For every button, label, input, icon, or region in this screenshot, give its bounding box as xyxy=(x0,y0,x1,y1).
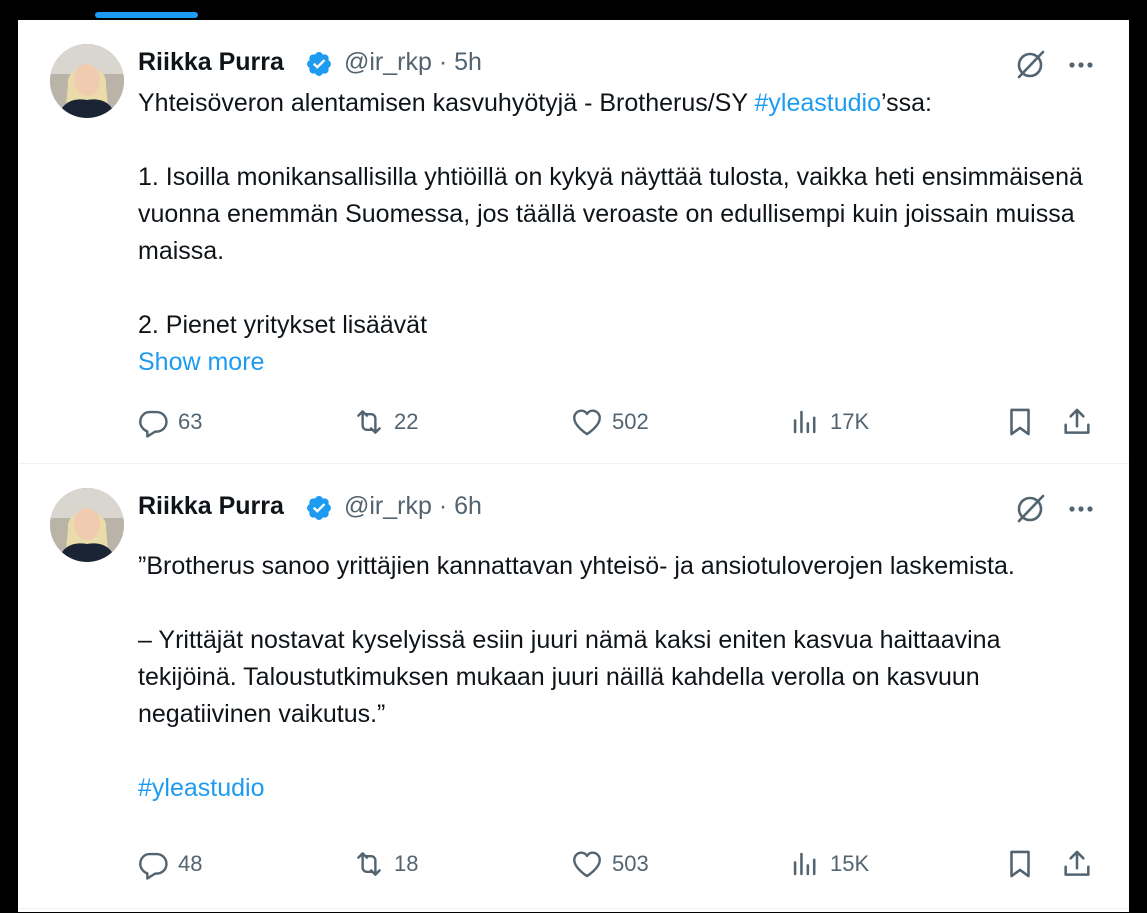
avatar[interactable] xyxy=(50,44,124,118)
views-icon xyxy=(793,852,816,876)
bookmark-icon xyxy=(1010,408,1030,436)
bookmark-button[interactable] xyxy=(1003,842,1037,886)
more-icon[interactable] xyxy=(1063,48,1099,82)
avatar-image xyxy=(50,44,124,118)
author-name[interactable]: Riikka Purra xyxy=(138,492,284,521)
tweet[interactable]: Riikka Purra @ir_rkp · 5h Yhteisöveron a… xyxy=(18,20,1129,464)
reply-count: 48 xyxy=(178,851,203,876)
reply-button[interactable]: 63 xyxy=(136,400,202,444)
tweet-actions: 63 22 502 17K xyxy=(136,400,1106,444)
share-icon xyxy=(1064,850,1090,876)
tweet-paragraph: 2. Pienet yritykset lisäävät xyxy=(138,311,428,339)
tweet-text-line: Yhteisöveron alentamisen kasvuhyötyjä - … xyxy=(138,85,1088,122)
avatar[interactable] xyxy=(50,488,124,562)
heart-icon xyxy=(573,851,601,878)
grok-icon[interactable] xyxy=(1013,492,1047,526)
like-button[interactable]: 503 xyxy=(570,842,649,886)
top-tab-bar xyxy=(0,0,1147,20)
hashtag-link[interactable]: #yleastudio xyxy=(138,770,1088,807)
text-segment: Yhteisöveron alentamisen kasvuhyötyjä - … xyxy=(138,89,755,117)
like-count: 503 xyxy=(612,851,649,876)
repost-count: 18 xyxy=(394,851,419,876)
author-name[interactable]: Riikka Purra xyxy=(138,48,284,77)
tweet-paragraph: ”Brotherus sanoo yrittäjien kannattavan … xyxy=(138,552,1015,580)
grok-icon[interactable] xyxy=(1013,48,1047,82)
like-count: 502 xyxy=(612,409,649,434)
share-button[interactable] xyxy=(1060,400,1094,444)
views-button[interactable]: 17K xyxy=(788,400,869,444)
bookmark-button[interactable] xyxy=(1003,400,1037,444)
separator-dot: · xyxy=(438,492,448,520)
verified-badge-icon[interactable] xyxy=(305,50,333,78)
views-icon xyxy=(793,410,816,434)
repost-icon xyxy=(357,852,381,876)
share-icon xyxy=(1064,408,1090,434)
tweet[interactable]: Riikka Purra @ir_rkp · 6h ”Brotherus san… xyxy=(18,464,1129,912)
divider xyxy=(18,908,1129,913)
tweet-text: Yhteisöveron alentamisen kasvuhyötyjä - … xyxy=(138,85,1088,381)
views-count: 15K xyxy=(830,851,870,876)
reply-icon xyxy=(139,852,168,880)
separator-dot: · xyxy=(438,48,448,76)
tweet-paragraph: 1. Isoilla monikansallisilla yhtiöillä o… xyxy=(138,163,1083,265)
heart-icon xyxy=(573,409,601,436)
text-segment: ’ssa: xyxy=(881,89,932,117)
verified-badge-icon[interactable] xyxy=(305,494,333,522)
tweet-actions: 48 18 503 15K xyxy=(136,842,1106,886)
author-handle-time: @ir_rkp · 6h xyxy=(344,492,482,521)
repost-button[interactable]: 18 xyxy=(352,842,418,886)
timestamp[interactable]: 6h xyxy=(454,492,482,520)
author-handle-time: @ir_rkp · 5h xyxy=(344,48,482,77)
tweet-paragraph: – Yrittäjät nostavat kyselyissä esiin ju… xyxy=(138,626,1001,728)
hashtag-link[interactable]: #yleastudio xyxy=(755,89,881,117)
views-count: 17K xyxy=(830,409,870,434)
like-button[interactable]: 502 xyxy=(570,400,649,444)
repost-count: 22 xyxy=(394,409,419,434)
reply-button[interactable]: 48 xyxy=(136,842,202,886)
show-more-link[interactable]: Show more xyxy=(138,344,1088,381)
timestamp[interactable]: 5h xyxy=(454,48,482,76)
avatar-image xyxy=(50,488,124,562)
more-icon[interactable] xyxy=(1063,492,1099,526)
timeline-feed: Riikka Purra @ir_rkp · 5h Yhteisöveron a… xyxy=(18,20,1129,912)
share-button[interactable] xyxy=(1060,842,1094,886)
reply-count: 63 xyxy=(178,409,203,434)
repost-icon xyxy=(357,410,381,434)
repost-button[interactable]: 22 xyxy=(352,400,418,444)
author-handle[interactable]: @ir_rkp xyxy=(344,48,432,76)
author-handle[interactable]: @ir_rkp xyxy=(344,492,432,520)
tweet-text: ”Brotherus sanoo yrittäjien kannattavan … xyxy=(138,548,1088,807)
active-tab-indicator xyxy=(95,12,198,18)
reply-icon xyxy=(139,410,168,438)
bookmark-icon xyxy=(1010,850,1030,878)
views-button[interactable]: 15K xyxy=(788,842,869,886)
